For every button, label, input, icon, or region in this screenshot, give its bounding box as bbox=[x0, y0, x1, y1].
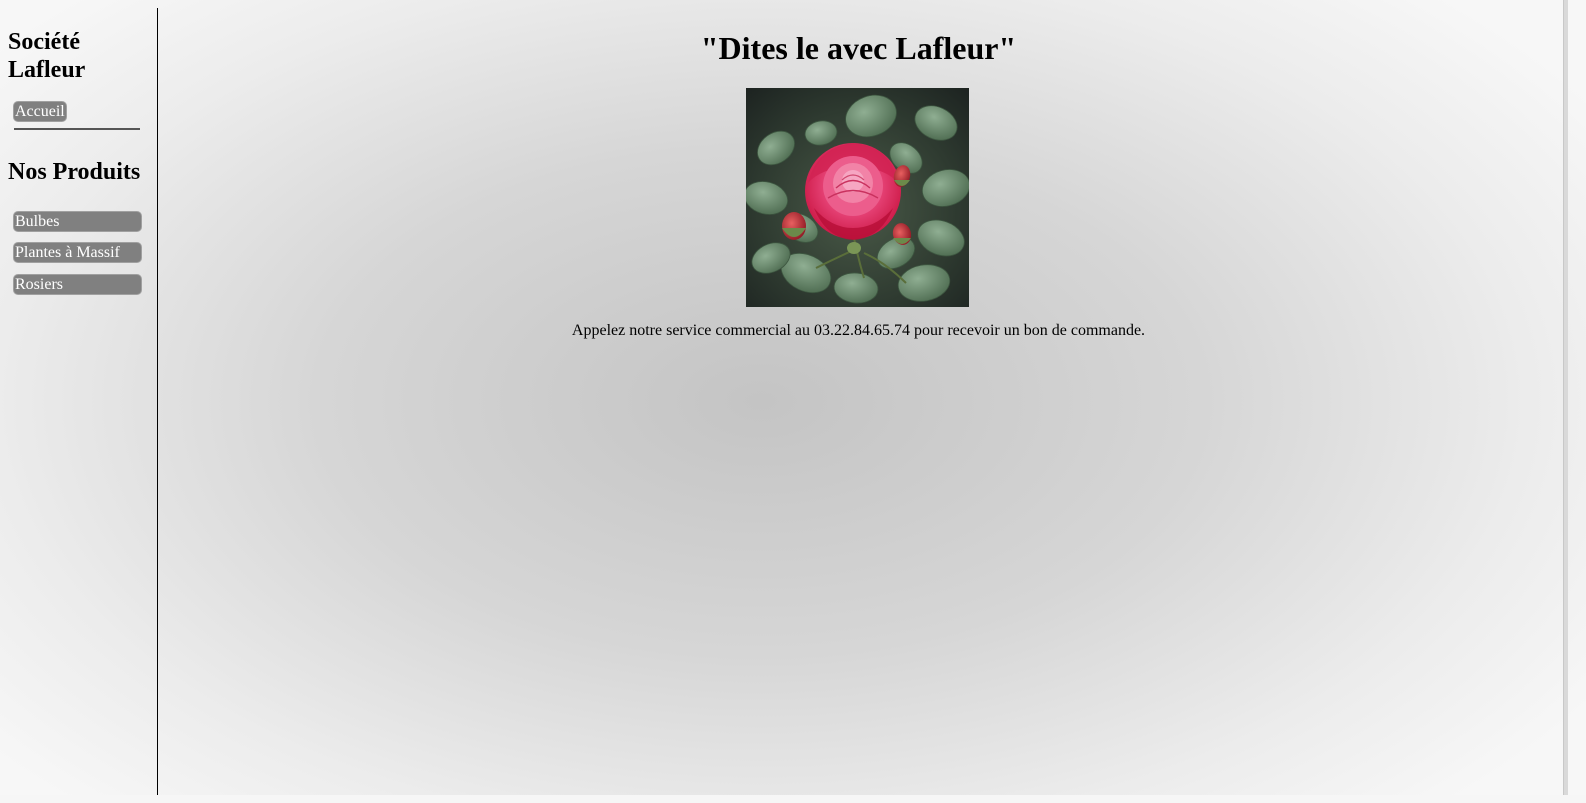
sidebar-divider bbox=[14, 128, 140, 130]
rose-image bbox=[746, 88, 969, 307]
site-title: Société Lafleur bbox=[8, 29, 86, 83]
main-content: "Dites le avec Lafleur" Appelez notre se… bbox=[159, 0, 1558, 795]
product-button-bulbes[interactable]: Bulbes bbox=[13, 211, 142, 232]
vertical-scrollbar[interactable] bbox=[1563, 0, 1568, 795]
page-headline: "Dites le avec Lafleur" bbox=[700, 30, 1017, 66]
product-button-rosiers[interactable]: Rosiers bbox=[13, 274, 142, 295]
product-button-plantes-a-massif[interactable]: Plantes à Massif bbox=[13, 242, 142, 263]
sidebar-nav: Société Lafleur Accueil Nos Produits Bul… bbox=[0, 8, 158, 803]
bottom-edge bbox=[0, 795, 1586, 803]
products-section-title: Nos Produits bbox=[8, 159, 141, 185]
home-button[interactable]: Accueil bbox=[13, 101, 67, 122]
order-callout-text: Appelez notre service commercial au 03.2… bbox=[571, 322, 1146, 339]
